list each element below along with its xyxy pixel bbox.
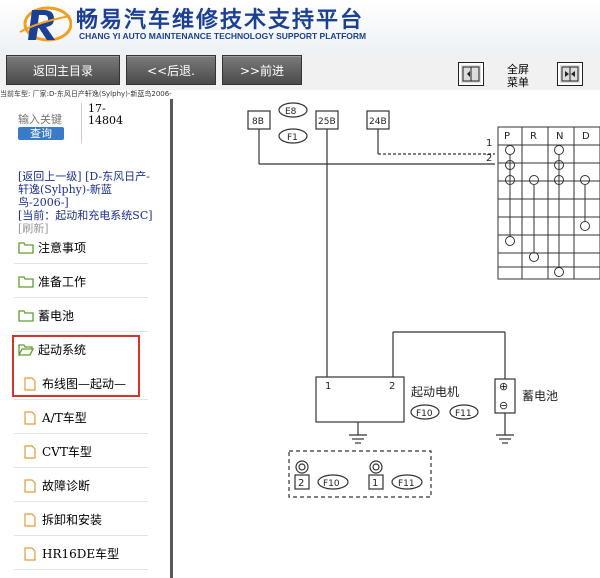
breadcrumb-up-link[interactable]: [返回上一级] [D-东风日产-轩逸(Sylphy)-新蓝鸟-2006-] — [18, 170, 150, 209]
current-vehicle-line: 当前车型: 厂家:D-东风日产轩逸(Sylphy)-新蓝鸟2006- — [0, 90, 172, 98]
legend-connector: F10 — [323, 479, 340, 489]
code-line2: 14804 — [88, 114, 123, 127]
collapse-icon — [462, 66, 480, 82]
sidebar-item-preparation[interactable]: 准备工作 — [14, 264, 148, 298]
header: 畅易汽车维修技术支持平台 CHANG YI AUTO MAINTENANCE T… — [0, 0, 600, 52]
full-menu-label[interactable]: 全屏 菜单 — [505, 63, 531, 89]
sidebar: 查询 17- 14804 [返回上一级] [D-东风日产-轩逸(Sylphy)-… — [0, 99, 170, 578]
sidebar-item-label: CVT车型 — [42, 445, 92, 459]
expand-icon — [561, 66, 579, 82]
full-menu-line1: 全屏 — [507, 63, 529, 76]
connector-label: F11 — [455, 409, 472, 419]
site-subtitle: CHANG YI AUTO MAINTENANCE TECHNOLOGY SUP… — [79, 31, 367, 41]
column-label: N — [556, 131, 563, 142]
sidebar-item-label: 拆卸和安装 — [42, 513, 103, 527]
battery-minus-icon: ⊖ — [499, 399, 508, 412]
expand-split-button[interactable] — [557, 62, 583, 86]
starter-pin: 2 — [389, 381, 395, 392]
back-button[interactable]: <<后退. — [126, 55, 216, 85]
logo-icon — [19, 6, 72, 42]
connector-label: 8B — [252, 117, 264, 127]
document-icon — [24, 479, 36, 493]
battery-label: 蓄电池 — [522, 389, 558, 403]
search-input[interactable] — [18, 111, 68, 127]
row-number: 1 — [486, 138, 492, 149]
selection-highlight — [12, 335, 140, 397]
sidebar-item-battery[interactable]: 蓄电池 — [14, 298, 148, 332]
starter-pin: 1 — [325, 381, 331, 392]
legend-pin: 2 — [298, 478, 304, 489]
column-label: R — [530, 131, 537, 142]
fuse-e8-label: E8 — [285, 107, 297, 117]
sidebar-item-label: A/T车型 — [42, 411, 87, 425]
sidebar-item-label: 蓄电池 — [38, 309, 75, 323]
sidebar-item-label: HR16DE车型 — [42, 547, 120, 561]
column-label: P — [504, 131, 510, 142]
sidebar-item-cvt-model[interactable]: CVT车型 — [14, 434, 148, 468]
legend-connector: F11 — [398, 479, 415, 489]
document-icon — [24, 513, 36, 527]
starter-motor-label: 起动电机 — [411, 385, 459, 399]
sidebar-item-hr16de-model[interactable]: HR16DE车型 — [14, 536, 148, 570]
sidebar-item-label: 故障诊断 — [42, 479, 91, 493]
connector-legend-box — [288, 450, 432, 498]
site-title: 畅易汽车维修技术支持平台 — [76, 8, 365, 33]
document-icon — [24, 445, 36, 459]
main-menu-button[interactable]: 返回主目录 — [6, 55, 120, 85]
sidebar-item-label: 准备工作 — [38, 275, 87, 289]
legend-pin: 1 — [372, 478, 378, 489]
code-box: 17- 14804 — [81, 103, 123, 143]
breadcrumb-current: [当前：起动和充电系统SC] — [18, 209, 153, 222]
search-button[interactable]: 查询 — [18, 127, 64, 140]
column-label: D — [582, 131, 590, 142]
sidebar-item-at-model[interactable]: A/T车型 — [14, 400, 148, 434]
row-number: 2 — [486, 153, 492, 164]
sidebar-item-diagnosis[interactable]: 故障诊断 — [14, 468, 148, 502]
connector-label: 24B — [369, 117, 387, 127]
sidebar-item-label: 注意事项 — [38, 241, 87, 255]
folder-icon — [18, 242, 34, 254]
folder-icon — [18, 310, 34, 322]
sidebar-item-precautions[interactable]: 注意事项 — [14, 230, 148, 264]
collapse-left-button[interactable] — [458, 62, 484, 86]
connector-label: F10 — [416, 409, 433, 419]
toolbar: 返回主目录 <<后退. >>前进 全屏 菜单 — [0, 52, 600, 90]
breadcrumb: [返回上一级] [D-东风日产-轩逸(Sylphy)-新蓝鸟-2006-] [当… — [18, 170, 156, 235]
sidebar-item-removal-installation[interactable]: 拆卸和安装 — [14, 502, 148, 536]
folder-icon — [18, 276, 34, 288]
fuse-f1-label: F1 — [287, 133, 298, 143]
wiring-diagram: 8B 25B 24B E8 F1 P R N D 1 2 1 2 起动电机 F1… — [173, 99, 600, 578]
connector-label: 25B — [318, 117, 336, 127]
document-icon — [24, 547, 36, 561]
full-menu-line2: 菜单 — [507, 76, 529, 89]
document-icon — [24, 411, 36, 425]
forward-button[interactable]: >>前进 — [222, 55, 302, 85]
battery-plus-icon: ⊕ — [499, 380, 508, 393]
